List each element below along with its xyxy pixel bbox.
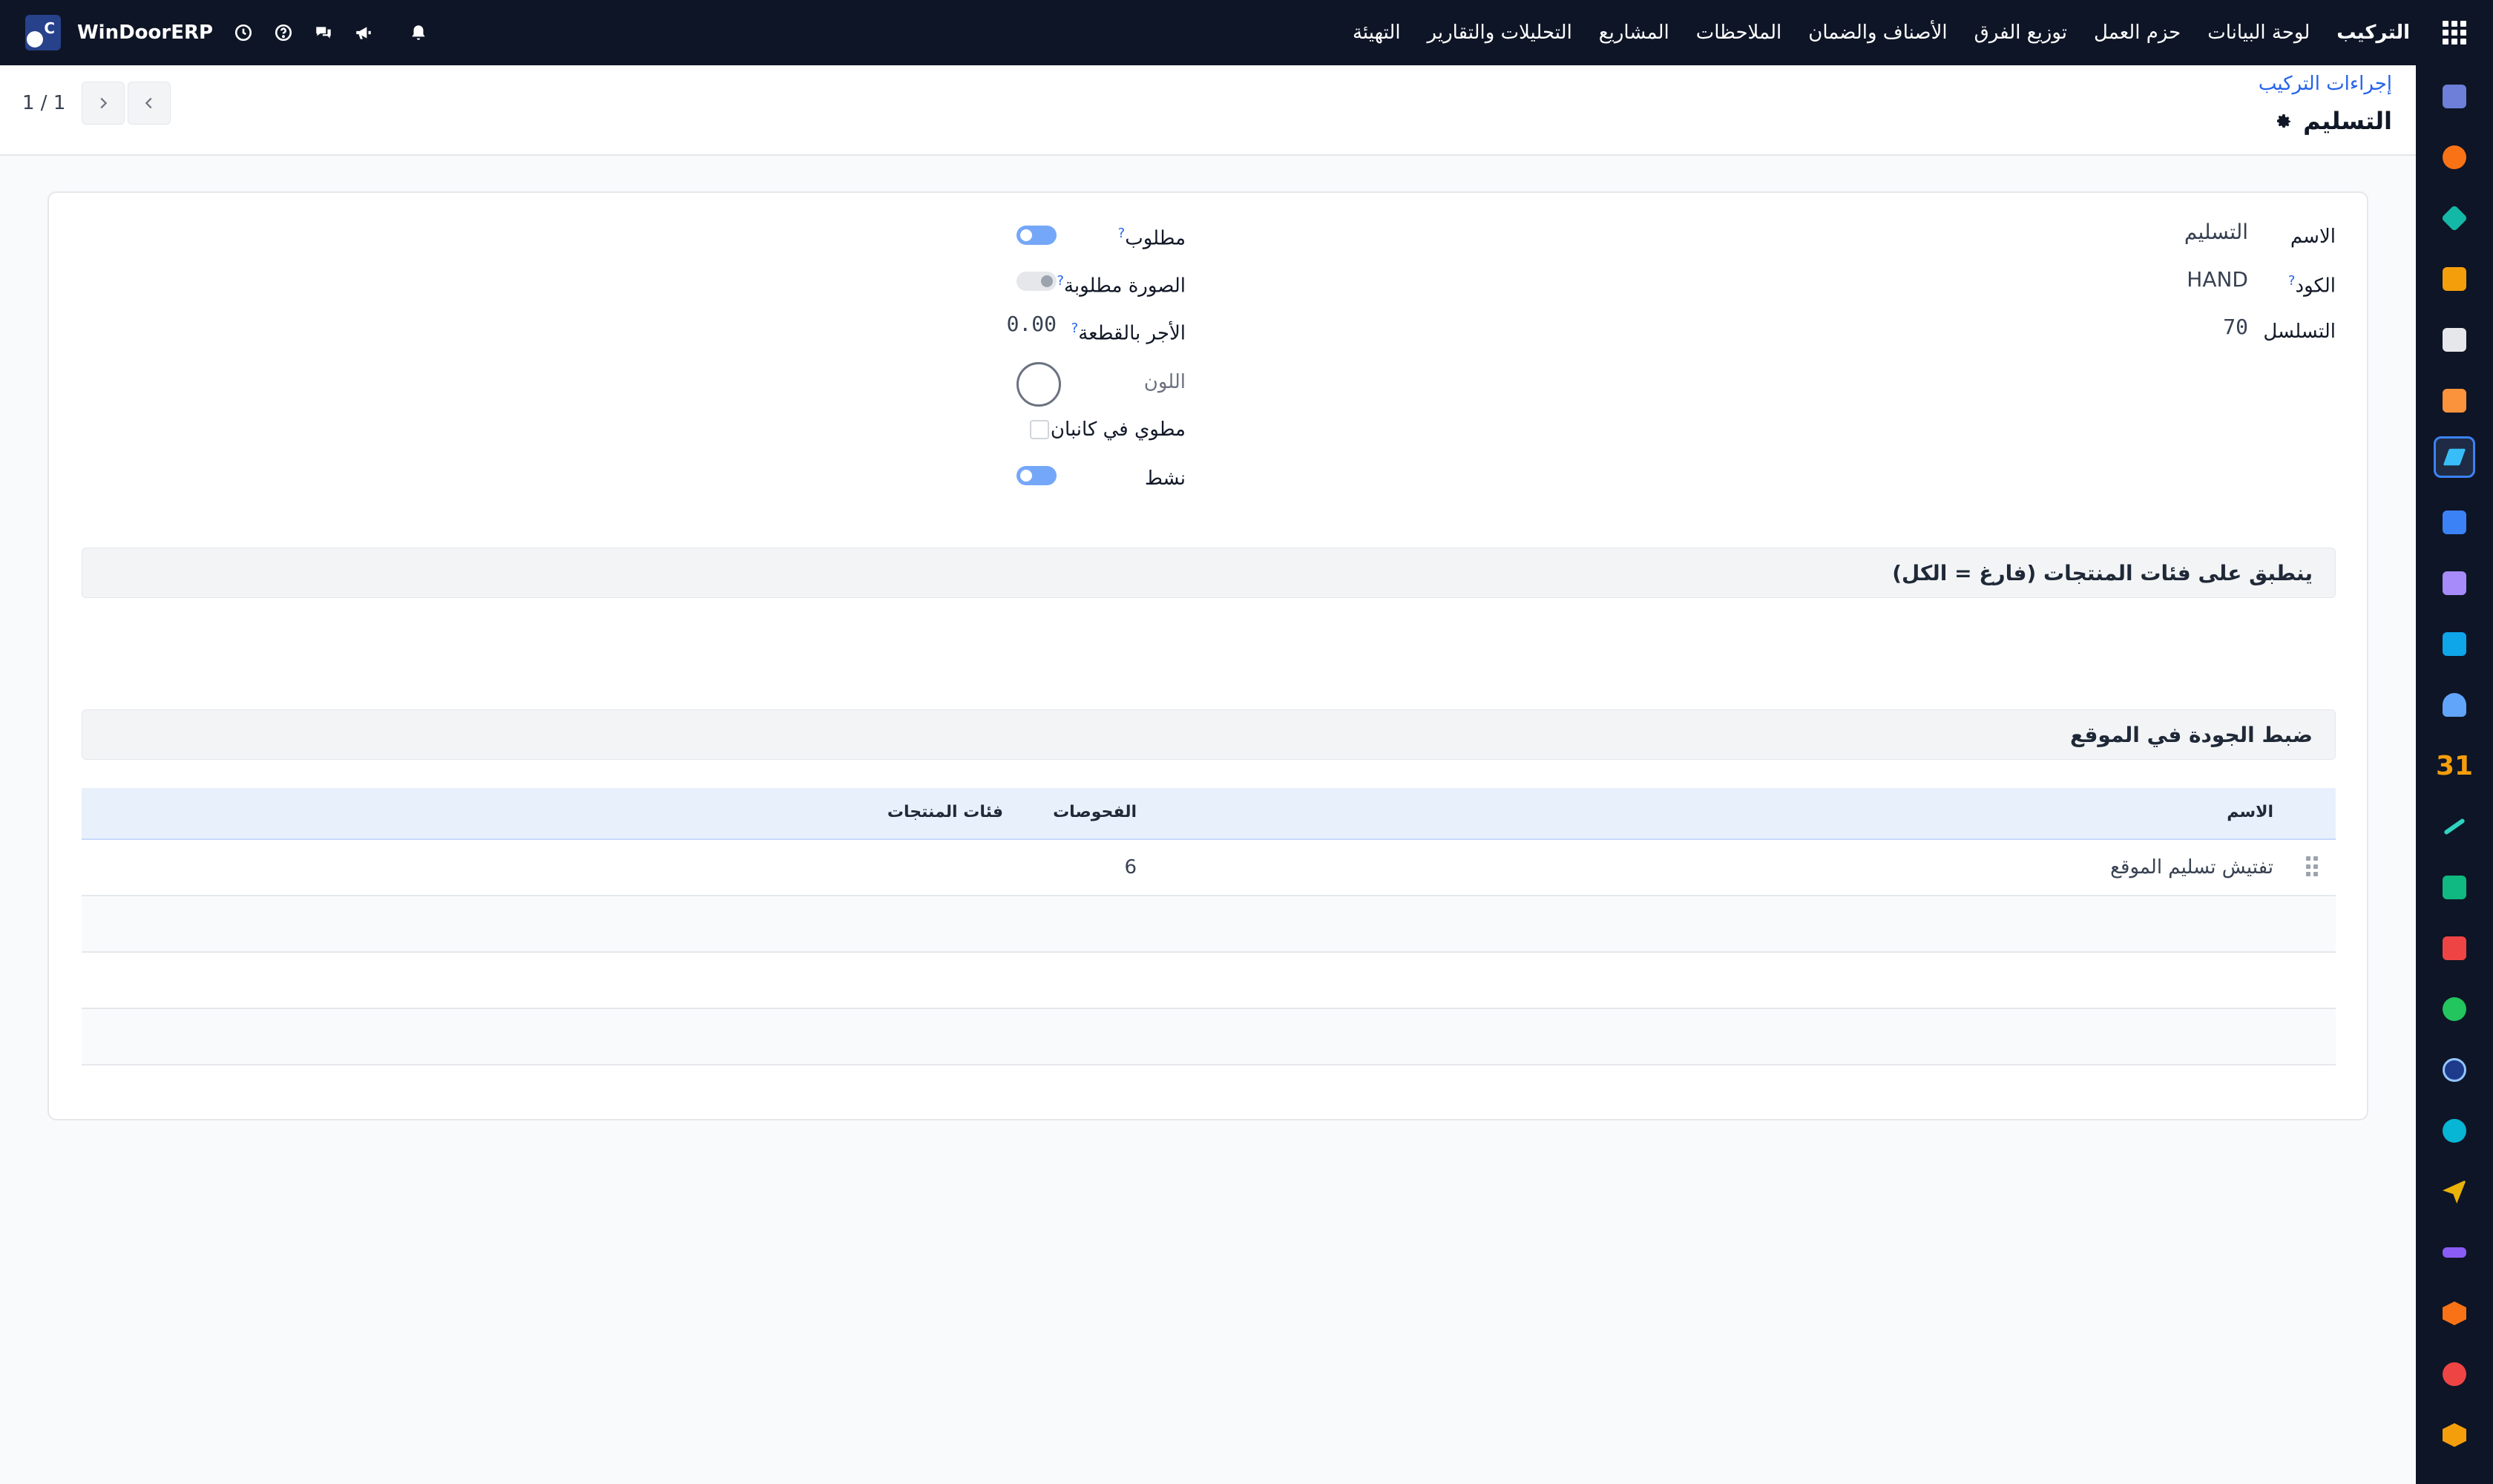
required-help-icon[interactable]: ? (1118, 226, 1126, 241)
name-field[interactable]: التسليم (2184, 220, 2248, 244)
pager-previous-button[interactable] (128, 82, 171, 125)
apps-menu-icon[interactable] (2434, 12, 2475, 53)
code-field[interactable]: HAND (2187, 267, 2248, 292)
piece-rate-help-icon[interactable]: ? (1071, 321, 1079, 336)
analytics-app-icon[interactable] (2434, 1353, 2475, 1395)
sequence-label: التسلسل (2263, 321, 2336, 343)
megaphone-icon[interactable] (351, 20, 376, 45)
discuss-app-icon[interactable] (2434, 137, 2475, 178)
reports-app-icon[interactable] (2434, 258, 2475, 300)
whatsapp-app-icon[interactable] (2434, 988, 2475, 1030)
pager: 1 / 1 (22, 82, 171, 125)
help-icon[interactable] (271, 20, 296, 45)
form-sheet: الاسم التسليم الكود? HAND التسلسل 70 مطل… (47, 191, 2368, 1120)
folded-kanban-label: مطوي في كانبان (1050, 418, 1186, 441)
photo-required-toggle[interactable] (1016, 272, 1057, 291)
column-checks-header[interactable]: الفحوصات (1053, 803, 1137, 821)
folded-kanban-checkbox[interactable] (1030, 420, 1049, 439)
apps-app-icon[interactable] (2434, 1293, 2475, 1334)
active-toggle[interactable] (1016, 466, 1057, 485)
column-categories-header[interactable]: فئات المنتجات (887, 803, 1003, 821)
empty-table-row (82, 953, 2336, 1009)
quality-control-section: ضبط الجودة في الموقع (82, 709, 2336, 760)
photo-required-help-icon[interactable]: ? (1057, 273, 1064, 289)
top-navbar: التركيب لوحة البيانات حزم العمل توزيع ال… (0, 0, 2493, 65)
settings-app-icon[interactable] (2434, 1414, 2475, 1456)
website-app-icon[interactable] (2434, 1232, 2475, 1273)
quality-checks-table: الاسم الفحوصات فئات المنتجات تفتيش تسليم… (82, 788, 2336, 1066)
required-toggle[interactable] (1016, 226, 1057, 245)
chevron-left-icon (145, 97, 152, 109)
empty-table-row (82, 896, 2336, 953)
menu-items-warranty[interactable]: الأصناف والضمان (1795, 22, 1960, 44)
dashboards-app-icon[interactable] (2434, 928, 2475, 969)
main-menu: التركيب لوحة البيانات حزم العمل توزيع ال… (1339, 22, 2423, 44)
pager-next-button[interactable] (82, 82, 125, 125)
documents-app-icon[interactable] (2434, 380, 2475, 421)
column-name-header[interactable]: الاسم (2227, 803, 2273, 821)
color-picker[interactable] (1016, 362, 1061, 407)
installation-app-icon[interactable] (2434, 436, 2475, 478)
record-title-text: التسليم (2303, 107, 2392, 135)
app-switcher-sidebar: 31 (2416, 65, 2493, 1484)
email-marketing-app-icon[interactable] (2434, 1171, 2475, 1212)
active-label: نشط (1144, 467, 1186, 490)
menu-configuration[interactable]: التهيئة (1339, 22, 1414, 44)
drag-handle-icon[interactable] (2306, 856, 2318, 877)
name-label: الاسم (2290, 226, 2336, 248)
table-header: الاسم الفحوصات فئات المنتجات (82, 788, 2336, 840)
company-name[interactable]: WinDoorERP (77, 22, 213, 44)
sequence-field[interactable]: 70 (2223, 315, 2248, 339)
contacts-app-icon[interactable] (2434, 867, 2475, 908)
products-app-icon[interactable] (2434, 562, 2475, 604)
control-panel: إجراءات التركيب التسليم 1 / 1 (0, 65, 2416, 156)
chat-icon[interactable] (311, 20, 336, 45)
timesheets-app-icon[interactable] (2434, 1049, 2475, 1091)
page-title: التسليم (2275, 107, 2392, 135)
row-checks-cell[interactable]: 6 (1124, 856, 1137, 879)
menu-projects[interactable]: المشاريع (1586, 22, 1683, 44)
code-label: الكود? (2287, 273, 2336, 298)
clock-icon[interactable] (231, 20, 256, 45)
gear-icon[interactable] (2275, 112, 2293, 130)
empty-table-row (82, 1009, 2336, 1066)
piece-rate-label: الأجر بالقطعة? (1071, 321, 1186, 345)
menu-work-packages[interactable]: حزم العمل (2080, 22, 2194, 44)
mail-app-icon[interactable] (2434, 76, 2475, 117)
systray: WinDoorERP (0, 0, 431, 65)
sign-app-icon[interactable] (2434, 806, 2475, 847)
planning-app-icon[interactable] (2434, 1110, 2475, 1152)
calendar-app-icon[interactable]: 31 (2434, 745, 2475, 787)
bell-icon[interactable] (406, 20, 431, 45)
product-categories-section: ينطبق على فئات المنتجات (فارغ = الكل) (82, 548, 2336, 598)
required-label: مطلوب? (1117, 226, 1186, 250)
menu-team-dispatch[interactable]: توزيع الفرق (1961, 22, 2080, 44)
menu-dashboard[interactable]: لوحة البيانات (2194, 22, 2323, 44)
table-row[interactable]: تفتيش تسليم الموقع 6 (82, 840, 2336, 896)
employees-app-icon[interactable] (2434, 684, 2475, 726)
pager-value[interactable]: 1 / 1 (22, 92, 65, 114)
menu-notes[interactable]: الملاحظات (1683, 22, 1796, 44)
menu-brand[interactable]: التركيب (2323, 22, 2423, 44)
chevron-right-icon (100, 97, 108, 109)
piece-rate-field[interactable]: 0.00 (1007, 312, 1057, 336)
company-logo[interactable] (25, 15, 61, 50)
knowledge-app-icon[interactable] (2434, 502, 2475, 543)
invoicing-app-icon[interactable] (2434, 623, 2475, 665)
row-name-cell[interactable]: تفتيش تسليم الموقع (2110, 856, 2273, 879)
photo-required-label: الصورة مطلوبة? (1057, 273, 1186, 298)
menu-analytics-reports[interactable]: التحليلات والتقارير (1414, 22, 1586, 44)
inventory-app-icon[interactable] (2434, 319, 2475, 361)
breadcrumb[interactable]: إجراءات التركيب (2259, 73, 2392, 95)
todo-app-icon[interactable] (2434, 197, 2475, 239)
color-label: اللون (1143, 371, 1186, 393)
